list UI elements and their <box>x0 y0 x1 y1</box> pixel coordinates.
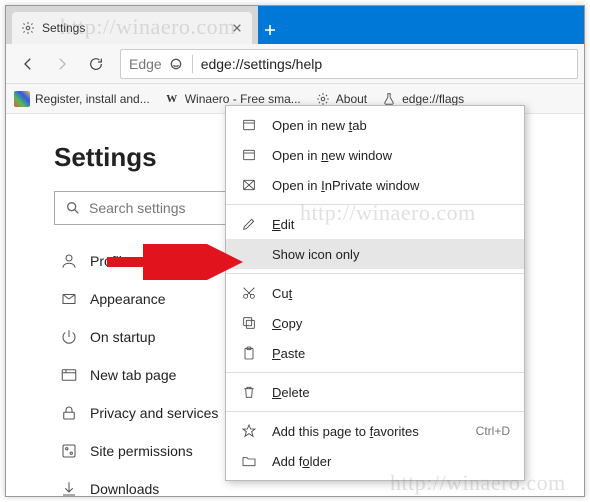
context-menu-item[interactable]: Show icon only <box>226 239 524 269</box>
context-menu-label: Add folder <box>272 454 510 469</box>
sidebar-item-label: New tab page <box>90 367 176 383</box>
w-icon: W <box>164 91 180 107</box>
copy-icon <box>240 314 258 332</box>
address-prefix: Edge <box>129 56 184 72</box>
context-menu-label: Paste <box>272 346 510 361</box>
bookmark-label: About <box>336 92 367 106</box>
bookmark-item[interactable]: Register, install and... <box>14 91 150 107</box>
context-menu-label: Edit <box>272 217 510 232</box>
context-menu-item[interactable]: Cut <box>226 278 524 308</box>
context-menu-label: Show icon only <box>272 247 510 262</box>
bookmark-label: edge://flags <box>402 92 464 106</box>
context-menu-item[interactable]: Open in InPrivate window <box>226 170 524 200</box>
context-menu-label: Open in new window <box>272 148 510 163</box>
refresh-button[interactable] <box>80 48 112 80</box>
sidebar-item-label: Privacy and services <box>90 405 218 421</box>
tab-title: Settings <box>42 21 224 35</box>
address-separator <box>192 55 193 73</box>
sidebar-item-label: Downloads <box>90 481 159 497</box>
toolbar: Edge edge://settings/help <box>6 44 584 84</box>
context-menu-separator <box>226 204 524 205</box>
address-url: edge://settings/help <box>201 56 322 72</box>
pencil-icon <box>240 215 258 233</box>
browser-tab[interactable]: Settings <box>12 12 252 44</box>
context-menu-item[interactable]: Open in new tab <box>226 110 524 140</box>
address-bar[interactable]: Edge edge://settings/help <box>120 49 578 79</box>
context-menu-label: Add this page to favorites <box>272 424 462 439</box>
context-menu-separator <box>226 273 524 274</box>
context-menu-separator <box>226 372 524 373</box>
cut-icon <box>240 284 258 302</box>
sidebar-item-label: On startup <box>90 329 155 345</box>
star-icon <box>240 422 258 440</box>
inprivate-icon <box>240 176 258 194</box>
context-menu-item[interactable]: Delete <box>226 377 524 407</box>
titlebar: Settings <box>6 6 584 44</box>
gear-icon <box>20 20 36 36</box>
context-menu-item[interactable]: Open in new window <box>226 140 524 170</box>
context-menu-label: Delete <box>272 385 510 400</box>
paste-icon <box>240 344 258 362</box>
context-menu-shortcut: Ctrl+D <box>476 424 510 438</box>
bookmark-label: Register, install and... <box>35 92 150 106</box>
context-menu-item[interactable]: Add folder <box>226 446 524 476</box>
close-icon[interactable] <box>230 21 244 35</box>
tile-icon <box>14 91 30 107</box>
context-menu-item[interactable]: Copy <box>226 308 524 338</box>
context-menu-item[interactable]: Paste <box>226 338 524 368</box>
search-icon <box>65 200 81 216</box>
sidebar-item-label: Site permissions <box>90 443 193 459</box>
context-menu-separator <box>226 411 524 412</box>
context-menu-label: Open in InPrivate window <box>272 178 510 193</box>
context-menu: Open in new tab Open in new window Open in… <box>225 105 525 481</box>
titlebar-accent <box>258 6 584 44</box>
bookmark-label: Winaero - Free sma... <box>185 92 301 106</box>
folder-icon <box>240 452 258 470</box>
context-menu-label: Open in new tab <box>272 118 510 133</box>
sidebar-item-label: Appearance <box>90 291 166 307</box>
forward-button[interactable] <box>46 48 78 80</box>
context-menu-label: Copy <box>272 316 510 331</box>
back-button[interactable] <box>12 48 44 80</box>
annotation-arrow <box>103 244 243 280</box>
window-icon <box>240 146 258 164</box>
context-menu-item[interactable]: Add this page to favorites Ctrl+D <box>226 416 524 446</box>
new-tab-button[interactable] <box>256 16 284 44</box>
context-menu-item[interactable]: Edit <box>226 209 524 239</box>
trash-icon <box>240 383 258 401</box>
window-icon <box>240 116 258 134</box>
context-menu-label: Cut <box>272 286 510 301</box>
